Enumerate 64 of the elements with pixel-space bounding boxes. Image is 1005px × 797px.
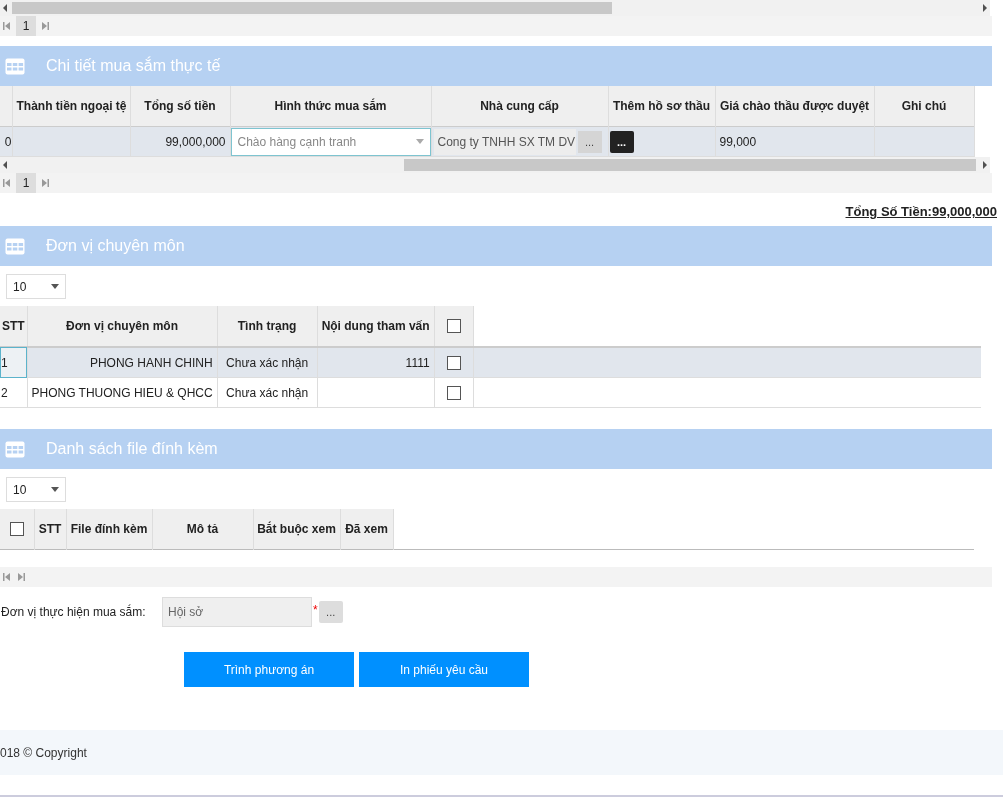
page-number[interactable]: 1 (16, 173, 36, 193)
first-page-icon[interactable] (2, 178, 12, 188)
checkbox[interactable] (446, 355, 461, 370)
column-header: Thành tiền ngoại tệ (12, 86, 130, 127)
method-select[interactable]: Chào hàng cạnh tranh (230, 127, 431, 156)
page-number[interactable]: 1 (16, 16, 36, 36)
caret-icon (51, 284, 59, 289)
first-page-icon[interactable] (2, 572, 12, 582)
browse-button[interactable]: ... (577, 130, 602, 153)
table-cell: 99,000,000 (130, 126, 230, 157)
page-size-select[interactable]: 10 (6, 274, 66, 299)
horizontal-scrollbar[interactable] (0, 157, 990, 173)
horizontal-scrollbar[interactable] (0, 0, 990, 16)
caret-icon (51, 487, 59, 492)
last-page-icon[interactable] (40, 178, 50, 188)
unit-field[interactable]: Hội sở (162, 597, 312, 627)
scrollbar-thumb[interactable] (12, 2, 612, 14)
column-header: Đã xem (340, 509, 393, 550)
last-page-icon[interactable] (16, 572, 26, 582)
section-title: Chi tiết mua sắm thực tế (46, 57, 221, 75)
supplier-field[interactable]: Cong ty TNHH SX TM DV (433, 128, 576, 155)
column-header: Tình trạng (217, 306, 318, 347)
column-header: Nội dung tham vấn (317, 306, 435, 347)
column-header: Bắt buộc xem (253, 509, 340, 550)
table-icon (5, 237, 25, 255)
column-header: Hình thức mua sắm (230, 86, 431, 127)
table-row[interactable]: 2 PHONG THUONG HIEU & QHCC Chưa xác nhận (0, 377, 982, 408)
checkbox[interactable] (446, 319, 461, 334)
column-header: Đơn vị chuyên môn (27, 306, 218, 347)
section-title: Danh sách file đính kèm (46, 440, 218, 458)
table-cell: PHONG HANH CHINH (27, 347, 218, 378)
table-cell: Chưa xác nhận (217, 347, 318, 378)
column-header: Ghi chú (874, 86, 974, 127)
column-header: File đính kèm (66, 509, 152, 550)
table-icon (5, 57, 25, 75)
first-page-icon[interactable] (2, 21, 12, 31)
table-cell: 99,000 (715, 126, 874, 157)
column-header: Thêm hồ sơ thầu (608, 86, 715, 127)
scrollbar-thumb[interactable] (404, 159, 976, 171)
table-cell: 2 (0, 377, 27, 408)
table-cell: PHONG THUONG HIEU & QHCC (27, 377, 218, 408)
checkbox[interactable] (9, 522, 24, 537)
column-header: Mô tả (152, 509, 253, 550)
add-bid-button[interactable]: ... (609, 130, 634, 153)
required-mark: * (313, 603, 318, 617)
column-header: STT (0, 306, 27, 347)
table-cell: 0 (0, 126, 12, 157)
section-title: Đơn vị chuyên môn (46, 237, 185, 255)
table-cell: 1 (0, 347, 27, 378)
table-cell: 1111 (317, 347, 435, 378)
copyright-text: 018 © Copyright (0, 745, 87, 760)
field-label: Đơn vị thực hiện mua sắm: (0, 605, 147, 619)
grand-total: Tổng Số Tiền:99,000,000 (845, 204, 997, 219)
checkbox[interactable] (446, 385, 461, 400)
column-header: Nhà cung cấp (431, 86, 608, 127)
column-header: Giá chào thầu được duyệt (715, 86, 874, 127)
table-icon (5, 440, 25, 458)
column-header: STT (34, 509, 66, 550)
page-size-select[interactable]: 10 (6, 477, 66, 502)
last-page-icon[interactable] (40, 21, 50, 31)
table-cell: Chưa xác nhận (217, 377, 318, 408)
column-header: Tổng số tiền (130, 86, 230, 127)
browse-button[interactable]: ... (318, 601, 343, 623)
caret-icon (415, 139, 424, 144)
